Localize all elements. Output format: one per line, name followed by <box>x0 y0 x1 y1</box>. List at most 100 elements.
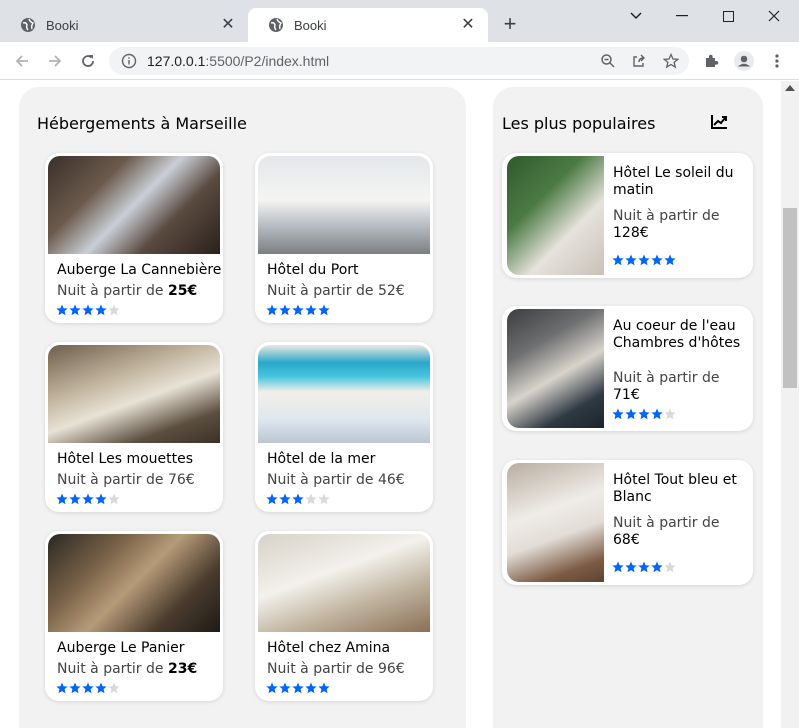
star-filled-icon <box>56 493 68 505</box>
card-name: Auberge La Cannebière <box>57 262 222 278</box>
accommodation-card[interactable]: Hôtel de la mer Nuit à partir de 46€ <box>255 342 433 512</box>
photo-classic-room <box>258 534 430 632</box>
page-content: Hébergements à Marseille Auberge La Cann… <box>0 81 781 728</box>
maximize-button[interactable] <box>705 4 751 28</box>
price-amount: 68€ <box>613 532 640 548</box>
browser-toolbar: 127.0.0.1:5500/P2/index.html <box>0 42 799 80</box>
star-empty-icon <box>108 493 120 505</box>
star-empty-icon <box>108 304 120 316</box>
star-filled-icon <box>612 561 624 573</box>
card-name: Hôtel de la mer <box>267 451 376 467</box>
star-filled-icon <box>56 682 68 694</box>
popular-card[interactable]: Hôtel Tout bleu et Blanc Nuit à partir de… <box>502 460 753 585</box>
tab-search-chevron-icon[interactable] <box>613 4 659 28</box>
accommodation-card[interactable]: Auberge Le Panier Nuit à partir de 23€ <box>45 531 223 701</box>
popular-card[interactable]: Hôtel Le soleil du matin Nuit à partir de… <box>502 153 753 278</box>
star-filled-icon <box>318 304 330 316</box>
browser-window: Booki ✕ Booki ✕ + 127.0.0.1:5500/P2/ind… <box>0 0 799 728</box>
card-name: Hôtel chez Amina <box>267 640 391 656</box>
card-name: Auberge Le Panier <box>57 640 185 656</box>
popular-card[interactable]: Au coeur de l'eau Chambres d'hôtes Nuit à… <box>502 306 753 431</box>
tab-title: Booki <box>46 17 79 33</box>
star-filled-icon <box>651 561 663 573</box>
star-filled-icon <box>625 408 637 420</box>
star-filled-icon <box>638 408 650 420</box>
star-filled-icon <box>292 304 304 316</box>
price-amount: 52€ <box>377 283 405 299</box>
popular-card-price: Nuit à partir de 71€ <box>613 370 720 403</box>
star-filled-icon <box>318 682 330 694</box>
card-price: Nuit à partir de 52€ <box>267 283 405 299</box>
accommodations-section: Hébergements à Marseille Auberge La Cann… <box>19 87 466 728</box>
rating-stars <box>56 679 121 698</box>
site-info-icon[interactable] <box>121 53 137 69</box>
accommodation-card[interactable]: Auberge La Cannebière Nuit à partir de 25… <box>45 153 223 323</box>
star-empty-icon <box>108 682 120 694</box>
zoom-icon[interactable] <box>596 49 620 73</box>
star-filled-icon <box>95 304 107 316</box>
rating-stars <box>612 251 677 270</box>
star-filled-icon <box>266 493 278 505</box>
star-filled-icon <box>305 304 317 316</box>
forward-button[interactable] <box>43 49 67 73</box>
popular-card-name: Hôtel Tout bleu et Blanc <box>613 472 737 505</box>
rating-stars <box>612 405 677 424</box>
star-filled-icon <box>69 304 81 316</box>
rating-stars <box>56 301 121 320</box>
star-filled-icon <box>82 493 94 505</box>
photo-dorm-room <box>48 534 220 632</box>
popular-card-price: Nuit à partir de 128€ <box>613 208 720 241</box>
address-bar[interactable]: 127.0.0.1:5500/P2/index.html <box>109 47 689 75</box>
tab-title: Booki <box>294 17 327 33</box>
new-tab-button[interactable]: + <box>498 13 522 37</box>
scroll-up-arrow-icon[interactable] <box>785 85 795 91</box>
accommodation-card[interactable]: Hôtel Les mouettes Nuit à partir de 76€ <box>45 342 223 512</box>
reload-button[interactable] <box>76 49 100 73</box>
close-window-button[interactable] <box>751 4 797 28</box>
trending-chart-icon <box>709 113 729 131</box>
rating-stars <box>266 301 331 320</box>
accommodation-card[interactable]: Hôtel du Port Nuit à partir de 52€ <box>255 153 433 323</box>
globe-icon <box>268 17 284 33</box>
page-scrollbar[interactable] <box>781 81 799 728</box>
popular-card-name: Au coeur de l'eau Chambres d'hôtes <box>613 318 741 351</box>
rating-stars <box>266 679 331 698</box>
tab-booki-2[interactable]: Booki ✕ <box>248 8 488 42</box>
close-tab-icon[interactable]: ✕ <box>220 17 236 33</box>
photo-sea-painting-room <box>258 345 430 443</box>
star-filled-icon <box>625 254 637 266</box>
popular-title: Les plus populaires <box>502 114 656 133</box>
menu-kebab-icon[interactable] <box>765 49 789 73</box>
bookmark-star-icon[interactable] <box>659 49 683 73</box>
star-empty-icon <box>664 408 676 420</box>
rating-stars <box>612 558 677 577</box>
popular-card-name: Hôtel Le soleil du matin <box>613 165 734 198</box>
globe-icon <box>20 17 36 33</box>
price-amount: 71€ <box>613 387 640 403</box>
tab-booki-1[interactable]: Booki ✕ <box>0 8 248 42</box>
star-empty-icon <box>664 561 676 573</box>
share-icon[interactable] <box>627 49 651 73</box>
profile-avatar-icon[interactable] <box>732 49 756 73</box>
close-tab-icon[interactable]: ✕ <box>460 17 476 33</box>
price-amount: 25€ <box>167 283 198 299</box>
star-filled-icon <box>651 254 663 266</box>
accommodation-card[interactable]: Hôtel chez Amina Nuit à partir de 96€ <box>255 531 433 701</box>
card-name: Hôtel Les mouettes <box>57 451 194 467</box>
price-amount: 46€ <box>377 472 405 488</box>
minimize-button[interactable] <box>659 4 705 28</box>
scrollbar-thumb[interactable] <box>783 208 797 388</box>
star-filled-icon <box>279 493 291 505</box>
star-empty-icon <box>318 493 330 505</box>
star-filled-icon <box>279 682 291 694</box>
photo-dark-room <box>507 309 604 428</box>
url-host: 127.0.0.1 <box>147 53 206 69</box>
popular-card-price: Nuit à partir de 68€ <box>613 515 720 548</box>
extensions-puzzle-icon[interactable] <box>700 49 724 73</box>
price-amount: 23€ <box>167 661 198 677</box>
back-button[interactable] <box>10 49 34 73</box>
star-filled-icon <box>82 304 94 316</box>
star-filled-icon <box>292 493 304 505</box>
card-price: Nuit à partir de 25€ <box>57 283 198 299</box>
star-empty-icon <box>305 493 317 505</box>
